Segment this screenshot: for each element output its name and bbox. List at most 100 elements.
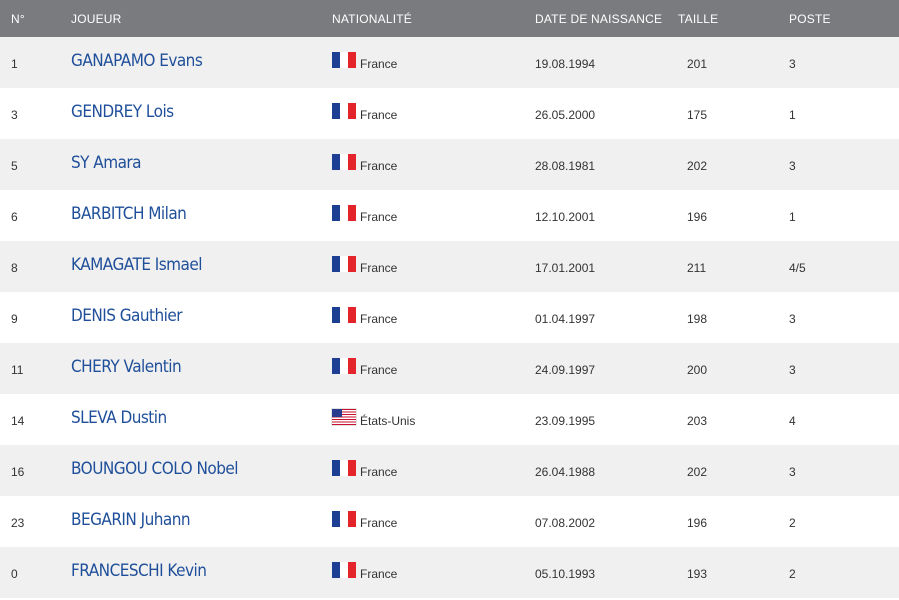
nationality: États-Unis xyxy=(332,408,504,429)
birthdate: 28.08.1981 xyxy=(535,159,596,173)
player-name-link[interactable]: BEGARIN Juhann xyxy=(71,510,191,534)
player-number: 23 xyxy=(11,516,25,530)
birthdate-cell: 28.08.1981 xyxy=(504,139,678,190)
position: 2 xyxy=(789,516,796,530)
birthdate: 01.04.1997 xyxy=(535,312,596,326)
nationality-cell: France xyxy=(332,88,504,139)
table-row: 14 SLEVA Dustin États-Unis 23.09.1995 203 4 xyxy=(0,394,899,445)
height: 203 xyxy=(687,414,708,428)
birthdate-cell: 12.10.2001 xyxy=(504,190,678,241)
player-name-link[interactable]: SY Amara xyxy=(71,153,142,177)
header-player: JOUEUR xyxy=(71,0,332,37)
player-name-cell: DENIS Gauthier xyxy=(71,292,332,343)
height: 196 xyxy=(687,516,708,530)
birthdate-cell: 26.05.2000 xyxy=(504,88,678,139)
position: 3 xyxy=(789,465,796,479)
fr-flag-icon xyxy=(332,459,356,476)
player-name-link[interactable]: GANAPAMO Evans xyxy=(71,51,203,75)
header-num: N° xyxy=(0,0,71,37)
birthdate-cell: 24.09.1997 xyxy=(504,343,678,394)
position: 4 xyxy=(789,414,796,428)
table-row: 6 BARBITCH Milan France 12.10.2001 196 1 xyxy=(0,190,899,241)
height-cell: 211 xyxy=(678,241,779,292)
height-cell: 201 xyxy=(678,37,779,88)
nationality-label: France xyxy=(360,209,398,224)
player-number-cell: 9 xyxy=(0,292,71,343)
table-row: 16 BOUNGOU COLO Nobel France 26.04.1988 202 3 xyxy=(0,445,899,496)
nationality-label: France xyxy=(360,107,398,122)
fr-flag-icon xyxy=(332,51,356,68)
player-number: 0 xyxy=(11,567,18,581)
player-name-cell: BEGARIN Juhann xyxy=(71,496,332,547)
player-number: 9 xyxy=(11,312,18,326)
nationality: France xyxy=(332,459,504,480)
nationality: France xyxy=(332,255,504,276)
player-name-link[interactable]: KAMAGATE Ismael xyxy=(71,255,203,279)
fr-flag-icon xyxy=(332,510,356,527)
player-name-link[interactable]: FRANCESCHI Kevin xyxy=(71,561,207,585)
fr-flag-icon xyxy=(332,561,356,578)
table-row: 11 CHERY Valentin France 24.09.1997 200 3 xyxy=(0,343,899,394)
player-name-link[interactable]: SLEVA Dustin xyxy=(71,408,167,432)
position-cell: 3 xyxy=(779,292,899,343)
nationality-label: France xyxy=(360,56,398,71)
height: 198 xyxy=(687,312,708,326)
position: 3 xyxy=(789,159,796,173)
position-cell: 3 xyxy=(779,445,899,496)
birthdate: 05.10.1993 xyxy=(535,567,596,581)
player-name-cell: GENDREY Lois xyxy=(71,88,332,139)
nationality: France xyxy=(332,153,504,174)
nationality-label: France xyxy=(360,362,398,377)
player-name-cell: SY Amara xyxy=(71,139,332,190)
birthdate: 07.08.2002 xyxy=(535,516,596,530)
player-number-cell: 14 xyxy=(0,394,71,445)
height: 201 xyxy=(687,57,708,71)
nationality: France xyxy=(332,204,504,225)
nationality-cell: France xyxy=(332,37,504,88)
position-cell: 1 xyxy=(779,88,899,139)
player-name-link[interactable]: BARBITCH Milan xyxy=(71,204,187,228)
table-row: 5 SY Amara France 28.08.1981 202 3 xyxy=(0,139,899,190)
us-flag-icon xyxy=(332,408,356,425)
fr-flag-icon xyxy=(332,153,356,170)
nationality-cell: France xyxy=(332,547,504,598)
player-number: 1 xyxy=(11,57,18,71)
table-row: 3 GENDREY Lois France 26.05.2000 175 1 xyxy=(0,88,899,139)
birthdate-cell: 05.10.1993 xyxy=(504,547,678,598)
birthdate-cell: 26.04.1988 xyxy=(504,445,678,496)
position-cell: 3 xyxy=(779,139,899,190)
nationality-label: France xyxy=(360,260,398,275)
nationality-cell: France xyxy=(332,496,504,547)
position-cell: 4 xyxy=(779,394,899,445)
nationality: France xyxy=(332,510,504,531)
player-number: 3 xyxy=(11,108,18,122)
player-name-cell: KAMAGATE Ismael xyxy=(71,241,332,292)
fr-flag-icon xyxy=(332,255,356,272)
nationality: France xyxy=(332,306,504,327)
player-number-cell: 0 xyxy=(0,547,71,598)
nationality-cell: France xyxy=(332,445,504,496)
birthdate-cell: 17.01.2001 xyxy=(504,241,678,292)
player-name-cell: GANAPAMO Evans xyxy=(71,37,332,88)
roster-table: N° JOUEUR NATIONALITÉ DATE DE NAISSANCE … xyxy=(0,0,899,598)
player-name-link[interactable]: DENIS Gauthier xyxy=(71,306,183,330)
height: 202 xyxy=(687,159,708,173)
nationality-cell: France xyxy=(332,190,504,241)
height-cell: 203 xyxy=(678,394,779,445)
player-number: 5 xyxy=(11,159,18,173)
player-number-cell: 6 xyxy=(0,190,71,241)
position: 3 xyxy=(789,57,796,71)
header-row: N° JOUEUR NATIONALITÉ DATE DE NAISSANCE … xyxy=(0,0,899,37)
player-number: 16 xyxy=(11,465,25,479)
player-name-cell: SLEVA Dustin xyxy=(71,394,332,445)
player-name-cell: BOUNGOU COLO Nobel xyxy=(71,445,332,496)
position-cell: 3 xyxy=(779,37,899,88)
position-cell: 4/5 xyxy=(779,241,899,292)
position: 4/5 xyxy=(789,261,806,275)
player-name-link[interactable]: GENDREY Lois xyxy=(71,102,174,126)
player-name-link[interactable]: BOUNGOU COLO Nobel xyxy=(71,459,238,483)
birthdate-cell: 19.08.1994 xyxy=(504,37,678,88)
position-cell: 2 xyxy=(779,496,899,547)
player-name-link[interactable]: CHERY Valentin xyxy=(71,357,182,381)
position-cell: 3 xyxy=(779,343,899,394)
